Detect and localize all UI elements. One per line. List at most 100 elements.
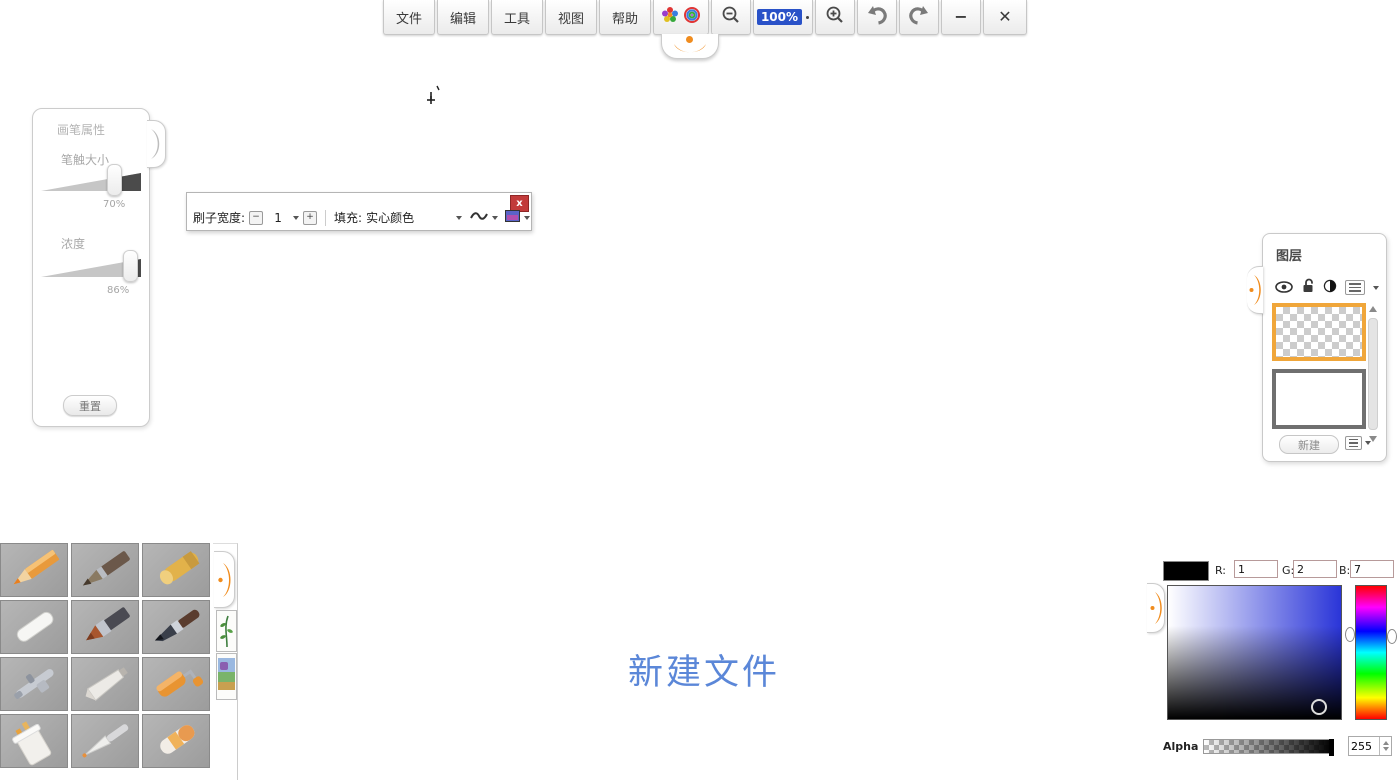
width-decrease-button[interactable]: −	[249, 211, 263, 225]
brush-size-slider[interactable]	[41, 167, 141, 193]
brush-liner-brush[interactable]	[71, 714, 139, 768]
brush-size-knob[interactable]	[107, 164, 122, 196]
brush-orange-pencil[interactable]	[0, 543, 68, 597]
magnifier-minus-icon	[721, 5, 741, 29]
texture-thumb-landscape[interactable]	[216, 653, 237, 700]
close-button[interactable]: ✕	[983, 0, 1027, 35]
app-window: 文件 编辑 工具 视图 帮助	[0, 0, 1397, 780]
color-field-cursor[interactable]	[1311, 699, 1327, 715]
brush-paint-roller[interactable]	[142, 657, 210, 711]
smile-icon	[672, 43, 708, 56]
menu-edit-label: 编辑	[450, 8, 476, 27]
stroke-curve-icon[interactable]	[470, 210, 488, 225]
reset-button[interactable]: 重置	[63, 395, 117, 416]
alpha-slider[interactable]	[1203, 739, 1333, 754]
fill-dropdown-icon[interactable]	[456, 216, 462, 220]
alpha-input[interactable]	[1349, 740, 1379, 753]
scrollbar-thumb[interactable]	[1368, 318, 1378, 430]
minimize-button[interactable]: −	[941, 0, 981, 35]
brush-soft-eraser[interactable]	[142, 714, 210, 768]
new-layer-button-label: 新建	[1298, 437, 1320, 453]
layers-options-dropdown-icon[interactable]	[1365, 441, 1371, 445]
layer-action-icons	[1275, 278, 1379, 297]
saturation-value-field[interactable]	[1167, 585, 1342, 720]
undo-button[interactable]	[857, 0, 897, 35]
zoom-out-button[interactable]	[711, 0, 751, 35]
hue-handle-left[interactable]	[1345, 627, 1355, 642]
fill-value[interactable]: 实心颜色	[366, 209, 452, 226]
brush-density-slider[interactable]	[41, 253, 141, 279]
texture-image-icon[interactable]	[505, 210, 520, 225]
spinner-down-icon[interactable]	[1383, 747, 1389, 751]
width-dropdown-icon[interactable]	[293, 216, 299, 220]
color-flower-icon	[661, 6, 679, 28]
g-input[interactable]	[1293, 560, 1337, 578]
brush-density-knob[interactable]	[123, 250, 138, 282]
toolbar-collapse-handle[interactable]	[661, 34, 719, 59]
brush-panel-title: 画笔属性	[57, 121, 105, 138]
gray-crescent-icon	[150, 126, 162, 162]
layer-item-2[interactable]	[1272, 369, 1366, 429]
brush-charcoal-pencil[interactable]	[71, 543, 139, 597]
brush-properties-panel: 画笔属性 笔触大小 70% 浓度 86% 重置	[32, 108, 150, 427]
hue-handle-right[interactable]	[1387, 629, 1397, 644]
current-color-swatch[interactable]	[1163, 561, 1209, 581]
options-row: 刷子宽度: − 1 + 填充: 实心颜色	[193, 209, 530, 226]
texture-dropdown-icon[interactable]	[524, 216, 530, 220]
brush-yellow-crayon[interactable]	[142, 543, 210, 597]
brush-size-label: 笔触大小	[61, 151, 109, 168]
color-picker-collapse-handle[interactable]	[1147, 583, 1165, 633]
layer-menu-button[interactable]	[1345, 280, 1365, 295]
width-increase-button[interactable]: +	[303, 211, 317, 225]
lock-icon[interactable]	[1301, 278, 1315, 297]
curve-dropdown-icon[interactable]	[492, 216, 498, 220]
brush-panel-collapse-handle[interactable]	[147, 120, 166, 168]
blend-halfmoon-icon[interactable]	[1323, 278, 1337, 297]
menu-view[interactable]: 视图	[545, 0, 597, 35]
r-label: R:	[1215, 564, 1226, 577]
rainbow-spiral-icon	[683, 6, 701, 28]
brush-white-chalk[interactable]	[0, 600, 68, 654]
alpha-spinner[interactable]	[1379, 737, 1391, 755]
layer-item-1-selected[interactable]	[1272, 303, 1366, 361]
menu-edit[interactable]: 编辑	[437, 0, 489, 35]
zoom-level-display[interactable]: 100%	[753, 0, 813, 35]
zoom-in-button[interactable]	[815, 0, 855, 35]
texture-thumb-plant[interactable]	[216, 610, 237, 652]
brush-size-value: 70%	[103, 199, 125, 210]
layers-scrollbar[interactable]	[1367, 306, 1379, 454]
palette-collapse-handle[interactable]	[214, 551, 235, 608]
redo-button[interactable]	[899, 0, 939, 35]
alpha-slider-handle[interactable]	[1329, 739, 1334, 756]
layers-collapse-handle[interactable]	[1247, 266, 1263, 314]
zoom-dropdown-dot[interactable]	[806, 16, 809, 19]
options-close-icon: x	[516, 198, 522, 209]
brush-airbrush[interactable]	[0, 657, 68, 711]
brush-marker-jar[interactable]	[0, 714, 68, 768]
layers-options-button[interactable]	[1345, 436, 1362, 450]
menu-help-label: 帮助	[612, 8, 638, 27]
plus-icon: +	[306, 213, 314, 222]
brush-width-value[interactable]: 1	[267, 211, 289, 225]
orange-crescent-icon	[1150, 589, 1162, 627]
layer-menu-dropdown-icon[interactable]	[1373, 286, 1379, 290]
scroll-up-icon[interactable]	[1369, 306, 1377, 312]
hue-slider[interactable]	[1355, 585, 1387, 720]
logo-buttons[interactable]	[653, 0, 709, 35]
orange-crescent-icon	[218, 559, 231, 601]
zoom-level-value: 100%	[757, 9, 802, 25]
minimize-icon: −	[954, 9, 967, 25]
brush-density-label: 浓度	[61, 235, 85, 252]
menu-help[interactable]: 帮助	[599, 0, 651, 35]
brush-paint-tube[interactable]	[71, 657, 139, 711]
brush-ink-brush[interactable]	[142, 600, 210, 654]
menu-file[interactable]: 文件	[383, 0, 435, 35]
new-layer-button[interactable]: 新建	[1279, 435, 1339, 454]
visibility-eye-icon[interactable]	[1275, 278, 1293, 297]
layers-bottom-menu	[1345, 436, 1371, 450]
b-input[interactable]	[1350, 560, 1394, 578]
r-input[interactable]	[1234, 560, 1278, 578]
menu-tools[interactable]: 工具	[491, 0, 543, 35]
brush-flat-brush[interactable]	[71, 600, 139, 654]
spinner-up-icon[interactable]	[1383, 741, 1389, 745]
